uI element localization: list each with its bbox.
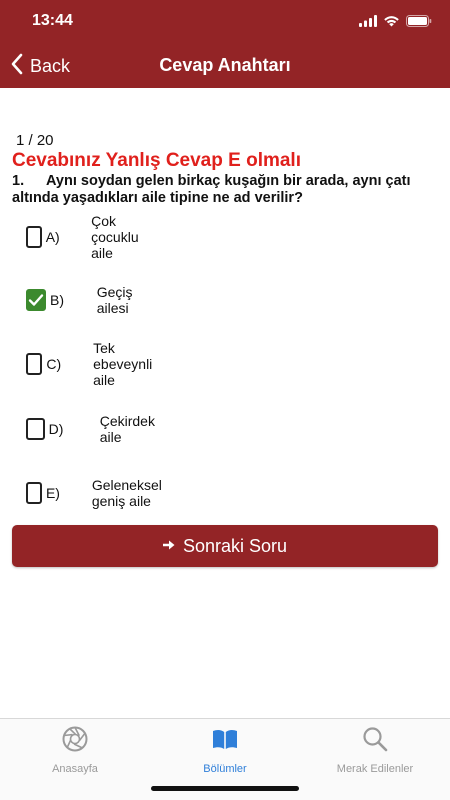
wifi-icon — [383, 14, 400, 32]
question-progress: 1 / 20 — [16, 132, 54, 149]
option-text: Çekirdek aile — [99, 413, 155, 445]
battery-icon — [406, 14, 432, 32]
checkbox-checked[interactable] — [26, 289, 46, 311]
option-letter: B) — [50, 292, 64, 308]
next-question-label: Sonraki Soru — [182, 535, 288, 556]
option-text: Tek ebeveynli aile — [93, 340, 153, 388]
arrow-right-icon — [162, 537, 175, 555]
option-letter: C) — [46, 356, 62, 372]
option-text: Geleneksel geniş aile — [91, 477, 162, 509]
status-time: 13:44 — [32, 12, 73, 29]
option-a[interactable]: A) Çok çocuklu aile — [26, 213, 157, 261]
option-e[interactable]: E) Geleneksel geniş aile — [26, 477, 180, 509]
back-label: Back — [30, 55, 71, 76]
question-number: 1. — [12, 173, 25, 189]
back-button[interactable]: Back — [10, 52, 70, 80]
option-c[interactable]: C) Tek ebeveynli aile — [26, 340, 169, 388]
option-letter: E) — [45, 485, 60, 501]
next-question-button[interactable]: Sonraki Soru — [12, 525, 438, 567]
option-b[interactable]: B) Geçiş ailesi — [26, 284, 146, 316]
tab-faq[interactable]: Merak Edilenler — [300, 725, 450, 775]
option-d[interactable]: D) Çekirdek aile — [26, 413, 165, 445]
status-icons — [359, 14, 432, 32]
option-letter: A) — [45, 229, 60, 245]
option-text: Geçiş ailesi — [96, 284, 133, 316]
option-text: Çok çocuklu aile — [91, 213, 139, 261]
tab-label: Anasayfa — [52, 763, 98, 775]
checkbox[interactable] — [26, 482, 42, 504]
checkmark-icon — [28, 294, 44, 306]
checkbox[interactable] — [26, 418, 45, 440]
tab-home[interactable]: Anasayfa — [0, 725, 150, 775]
home-indicator[interactable] — [151, 786, 299, 791]
book-icon — [211, 725, 239, 758]
checkbox[interactable] — [26, 353, 43, 375]
checkbox[interactable] — [26, 226, 42, 248]
search-icon — [361, 725, 389, 758]
option-letter: D) — [48, 421, 64, 437]
tab-chapters[interactable]: Bölümler — [150, 725, 300, 775]
question: 1. Aynı soydan gelen birkaç kuşağın bir a… — [12, 173, 442, 207]
tab-label: Bölümler — [203, 763, 247, 775]
answer-result: Cevabınız Yanlış Cevap E olmalı — [12, 150, 301, 171]
nav-bar: Back Cevap Anahtarı — [0, 44, 450, 88]
chevron-left-icon — [10, 53, 24, 80]
tab-label: Merak Edilenler — [336, 763, 414, 775]
status-bar: 13:44 — [0, 0, 450, 44]
aperture-icon — [61, 725, 89, 758]
question-text: Aynı soydan gelen birkaç kuşağın bir ara… — [12, 173, 411, 206]
signal-icon — [359, 14, 377, 32]
